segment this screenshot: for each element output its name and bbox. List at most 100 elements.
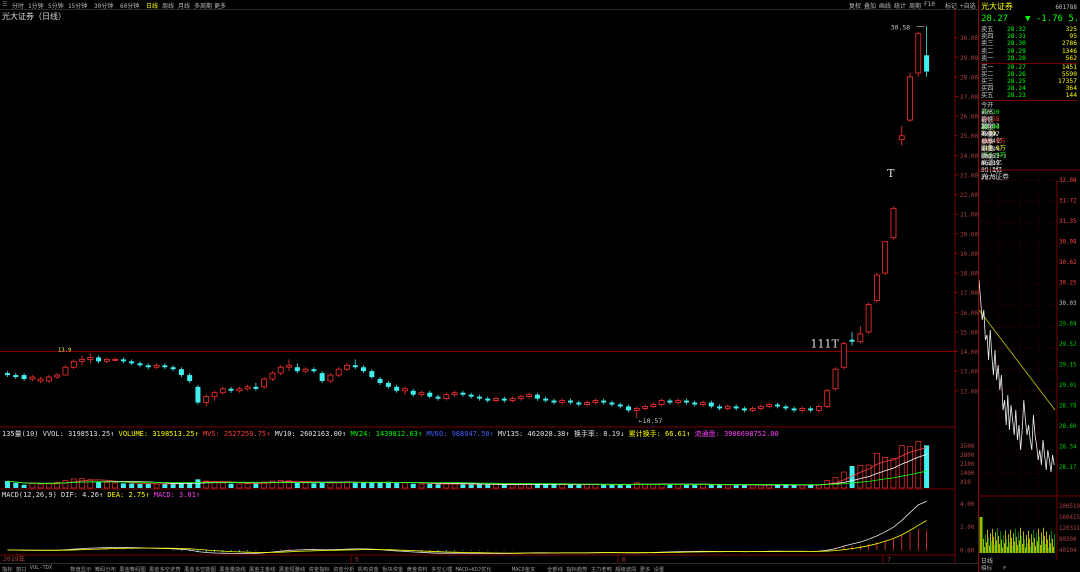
indicator-tab-15[interactable]: 黄金资料 (407, 565, 428, 572)
volume-bar (62, 480, 69, 489)
indicator-tab-19[interactable]: 全部线 (547, 565, 563, 572)
volume-bar (775, 484, 781, 488)
mini-volume-tick: 120311 (1059, 526, 1080, 532)
mini-price-tick: 31.72 (1059, 199, 1076, 205)
chart-area[interactable]: 30.00 29.00 28.00 27.00 26.00 25.00 24.00 23.00… (0, 0, 978, 563)
indicator-tab-13[interactable]: 机构资金 (358, 565, 379, 572)
candle-body (766, 404, 773, 407)
candle-body (741, 408, 747, 411)
volume-bar (219, 482, 226, 489)
indicator-tab-21[interactable]: 主力老鸭 (591, 565, 612, 572)
volume-bar (302, 482, 309, 489)
candle-body (286, 364, 292, 368)
indicator-tab-3[interactable]: 数值显示 (70, 565, 91, 572)
indicator-tab-0[interactable]: 指标 (2, 565, 13, 572)
candle-body (526, 394, 533, 398)
intraday-chart[interactable]: 32.08 31.72 31.35 30.98 30.62 30.25 30.03 29.69… (979, 0, 1080, 572)
month-label: 6 (622, 556, 626, 564)
price-tick-label: 29.00 (960, 55, 978, 62)
candle-body (509, 398, 516, 401)
candle-body (865, 304, 872, 333)
volume-ma5-line (7, 447, 927, 486)
candle-body (551, 400, 557, 403)
indicator-tab-17[interactable]: MACD+KDJ优化 (456, 565, 492, 572)
volume-bar (21, 484, 27, 488)
volume-bar (559, 484, 566, 489)
candle-body (890, 207, 897, 239)
indicator-tab-22[interactable]: 超级波段 (615, 565, 636, 572)
candle-body (460, 392, 466, 395)
candle-body (203, 396, 210, 403)
indicator-tab-18[interactable]: MACD金叉 (512, 565, 535, 572)
mini-volume-tick: 80208 (1059, 537, 1077, 543)
candle-body (211, 392, 218, 398)
indicator-tab-6[interactable]: 黑金多空走势 (149, 565, 181, 572)
volume-bar (294, 482, 300, 488)
price-tick-label: 13.00 (960, 369, 978, 376)
indicator-tab-12[interactable]: 资金分析 (333, 565, 354, 572)
candle-body (476, 396, 482, 399)
indicator-tab-8[interactable]: 黑金量能线 (219, 565, 246, 572)
indicator-tab-5[interactable]: 黑金筹码图 (119, 565, 146, 572)
mini-price-tick: 29.15 (1059, 363, 1077, 369)
candle-body (129, 361, 135, 364)
volume-bar (5, 481, 10, 488)
candle-body (103, 358, 110, 362)
candle-body (153, 364, 160, 368)
volume-bar (37, 483, 44, 489)
volume-bar (924, 445, 930, 488)
macd-dea-line (7, 520, 927, 554)
indicator-tab-4[interactable]: 筹码分布 (95, 565, 116, 572)
indicator-tab-2[interactable]: VOL-TDX (30, 565, 52, 571)
indicator-tab-1[interactable]: 窗口 (16, 565, 27, 572)
candle-body (799, 408, 806, 411)
candle-body (717, 406, 723, 409)
candle-body (352, 365, 358, 368)
volume-tick-label: 2800 (960, 452, 975, 459)
indicator-tab-7[interactable]: 黑金多空能图 (184, 565, 216, 572)
indicator-tab-11[interactable]: 资金指标 (309, 565, 330, 572)
candle-body (87, 357, 94, 360)
volume-bar (493, 484, 499, 489)
price-tick-label: 30.00 (960, 35, 978, 42)
volume-bar (427, 483, 433, 488)
month-label: 7 (887, 556, 891, 564)
mini-volume-tick: 40104 (1059, 548, 1077, 554)
indicator-tab-16[interactable]: 多空心理 (431, 565, 452, 572)
volume-bar (195, 479, 201, 488)
candle-body (244, 386, 251, 390)
candle-body (302, 368, 309, 372)
candle-body (120, 359, 126, 362)
candle-body (816, 406, 822, 411)
indicator-tab-24[interactable]: 设置 (654, 565, 665, 572)
candle-body (633, 408, 640, 411)
indicator-tab-14[interactable]: 板块资金 (382, 565, 403, 572)
candle-body (21, 375, 27, 379)
candle-body (543, 398, 549, 401)
candle-body (327, 374, 334, 382)
mini-price-line (979, 279, 1055, 473)
indicator-tab-23[interactable]: 更多 (640, 565, 651, 572)
candle-body (170, 367, 176, 370)
macd-dif-line (7, 500, 927, 554)
candle-body (517, 396, 524, 400)
price-tick-label: 22.00 (960, 192, 978, 199)
month-label: 5 (355, 556, 359, 564)
volume-bar (79, 478, 85, 489)
mini-price-tick: 28.78 (1059, 404, 1077, 410)
price-tick-label: 28.00 (960, 74, 978, 81)
candle-body (13, 375, 19, 378)
price-tick-label: 26.00 (960, 114, 978, 121)
volume-bar (104, 482, 110, 489)
candle-body (667, 400, 673, 403)
candle-body (377, 378, 383, 383)
candle-body (626, 406, 631, 411)
candle-body (228, 388, 234, 391)
indicator-tab-20[interactable]: 指标趋势 (566, 565, 587, 572)
high-price-label: 30.58 (891, 23, 911, 31)
indicator-tab-9[interactable]: 黑金主金线 (249, 565, 276, 572)
candle-body (675, 400, 682, 403)
candle-body (427, 392, 433, 397)
indicator-tab-10[interactable]: 黑金短量线 (279, 565, 306, 572)
price-tick-label: 20.00 (960, 231, 978, 238)
